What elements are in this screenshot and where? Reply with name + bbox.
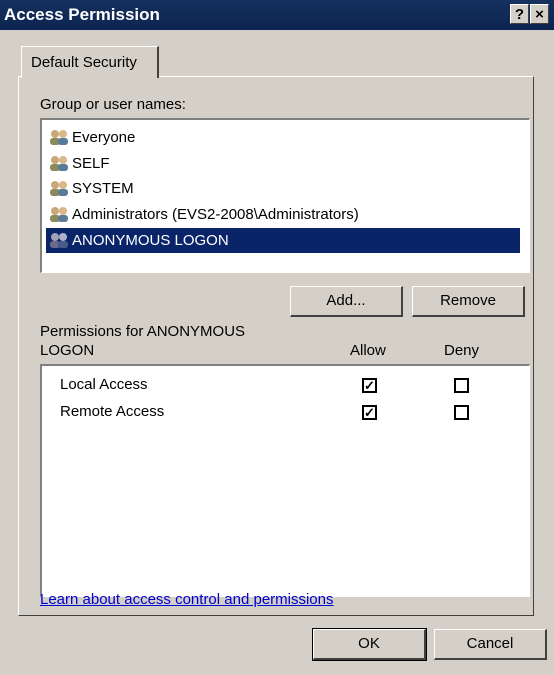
user-name: Everyone — [72, 129, 136, 146]
local-access-allow-checkbox[interactable]: ✓ — [362, 378, 377, 393]
user-list[interactable]: Everyone SELF SYSTEM Administrators (EVS… — [40, 118, 530, 273]
allow-column-header: Allow — [350, 342, 386, 359]
user-item-self[interactable]: SELF — [48, 151, 114, 176]
title-bar[interactable]: Access Permission ? × — [0, 0, 554, 30]
users-icon — [50, 181, 68, 197]
ok-button-label: OK — [358, 635, 380, 652]
user-item-anonymous-logon[interactable]: ANONYMOUS LOGON — [46, 228, 520, 253]
user-name: SYSTEM — [72, 180, 134, 197]
users-icon — [50, 130, 68, 146]
user-item-administrators[interactable]: Administrators (EVS2-2008\Administrators… — [48, 202, 363, 227]
add-button-label: Add... — [326, 292, 366, 309]
permissions-list[interactable]: Local Access ✓ Remote Access ✓ — [40, 364, 530, 597]
remove-button[interactable]: Remove — [412, 286, 525, 317]
user-name: Administrators (EVS2-2008\Administrators… — [72, 206, 359, 223]
permissions-label-line1: Permissions for ANONYMOUS — [40, 323, 246, 340]
users-icon — [50, 156, 68, 172]
user-item-system[interactable]: SYSTEM — [48, 176, 138, 201]
user-name: ANONYMOUS LOGON — [72, 232, 229, 249]
help-icon: ? — [514, 6, 525, 23]
help-button[interactable]: ? — [510, 4, 529, 24]
local-access-deny-checkbox[interactable] — [454, 378, 469, 393]
users-icon — [50, 233, 68, 249]
cancel-button[interactable]: Cancel — [434, 629, 547, 660]
ok-button[interactable]: OK — [312, 628, 427, 661]
close-icon: × — [535, 6, 544, 23]
close-button[interactable]: × — [530, 4, 549, 24]
user-item-everyone[interactable]: Everyone — [48, 125, 139, 150]
access-permission-dialog: Access Permission ? × Default Security G… — [0, 0, 554, 675]
tab-label: Default Security — [31, 54, 137, 71]
permission-name-remote-access: Remote Access — [60, 403, 165, 420]
remote-access-allow-checkbox[interactable]: ✓ — [362, 405, 377, 420]
remove-button-label: Remove — [440, 292, 496, 309]
dialog-title: Access Permission — [4, 5, 160, 24]
cancel-button-label: Cancel — [466, 635, 514, 652]
add-button[interactable]: Add... — [290, 286, 403, 317]
users-icon — [50, 207, 68, 223]
user-name: SELF — [72, 155, 110, 172]
tab-default-security[interactable]: Default Security — [21, 46, 159, 78]
permissions-label-line2: LOGON — [40, 342, 95, 359]
deny-column-header: Deny — [444, 342, 480, 359]
learn-more-link[interactable]: Learn about access control and permissio… — [40, 591, 334, 608]
permission-name-local-access: Local Access — [60, 376, 148, 393]
group-label: Group or user names: — [40, 96, 186, 113]
remote-access-deny-checkbox[interactable] — [454, 405, 469, 420]
